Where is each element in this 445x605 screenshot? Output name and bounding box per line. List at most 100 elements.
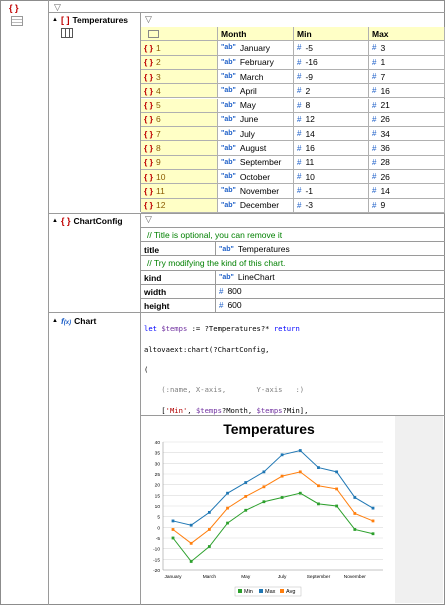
height-value[interactable]: #600	[219, 300, 242, 310]
x-tick-label: November	[344, 574, 367, 580]
table-cell-min[interactable]: #2	[294, 84, 369, 99]
string-icon: "ab"	[221, 58, 236, 66]
chart-output: Temperatures 40 35 30 25 20 15 10 5 0 -5 -10 -15 -20 J…	[143, 417, 395, 602]
collapse-icon[interactable]: ▲	[52, 17, 58, 23]
table-cell-month[interactable]: "ab" December	[218, 198, 294, 213]
chartconfig-expand-icon[interactable]: ▽	[145, 214, 152, 225]
table-cell-min[interactable]: # -5	[294, 41, 369, 56]
row-index[interactable]: { } 9	[141, 155, 218, 170]
row-index[interactable]: { } 10	[141, 170, 218, 185]
row-index[interactable]: { } 11	[141, 184, 218, 199]
object-icon: { }	[144, 100, 153, 111]
chart-node[interactable]: ▲ f(x) Chart	[52, 316, 96, 326]
collapse-icon[interactable]: ▲	[52, 318, 58, 324]
temperatures-label: Temperatures	[72, 15, 129, 25]
row-index[interactable]: { } 7	[141, 127, 218, 142]
object-icon: { }	[144, 128, 153, 139]
table-icon[interactable]	[61, 28, 73, 38]
table-header-corner	[141, 27, 218, 42]
number-icon: #	[297, 72, 302, 82]
row-index[interactable]: { } 4	[141, 84, 218, 99]
data-point-avg	[298, 470, 302, 474]
table-cell-max[interactable]: #1	[369, 55, 445, 70]
legend-swatch-avg	[280, 589, 284, 593]
data-point-max	[171, 519, 175, 523]
table-cell-month[interactable]: "ab" July	[218, 127, 294, 142]
table-cell-month[interactable]: "ab" October	[218, 170, 294, 185]
legend-label-min: Min	[244, 589, 253, 595]
table-cell-min[interactable]: #12	[294, 112, 369, 128]
title-value[interactable]: "ab" Temperatures	[219, 244, 290, 254]
row-number: 7	[155, 128, 161, 139]
table-cell-max[interactable]: #36	[369, 141, 445, 156]
data-point-max	[280, 453, 284, 457]
row-index[interactable]: { } 5	[141, 98, 218, 113]
table-cell-min[interactable]: # -16	[294, 55, 369, 70]
table-cell-min[interactable]: #14	[294, 127, 369, 142]
table-cell-min[interactable]: #11	[294, 155, 369, 170]
root-object-icon[interactable]: { }	[9, 3, 19, 13]
number-icon: #	[372, 129, 377, 139]
table-cell-month[interactable]: "ab" June	[218, 112, 294, 128]
collapse-icon[interactable]: ▲	[52, 218, 58, 224]
table-cell-month[interactable]: "ab" March	[218, 69, 294, 85]
column-header-max[interactable]: Max	[369, 27, 445, 42]
y-tick-label: -10	[153, 547, 160, 553]
table-cell-month[interactable]: "ab" September	[218, 155, 294, 170]
y-tick-label: 10	[155, 504, 161, 510]
table-cell-min[interactable]: # -1	[294, 184, 369, 199]
code-line: altovaext:chart(?ChartConfig,	[144, 344, 270, 354]
row-number: 8	[155, 143, 161, 154]
table-cell-max[interactable]: #21	[369, 98, 445, 113]
table-cell-max[interactable]: #3	[369, 41, 445, 56]
row-index[interactable]: { } 6	[141, 112, 218, 128]
width-value[interactable]: #800	[219, 286, 242, 296]
temperatures-node[interactable]: ▲ [ ] Temperatures	[52, 15, 128, 25]
number-icon: #	[372, 114, 377, 124]
table-cell-month[interactable]: "ab" February	[218, 55, 294, 70]
height-key: height	[144, 301, 170, 311]
table-cell-max[interactable]: #16	[369, 84, 445, 99]
row-index[interactable]: { } 2	[141, 55, 218, 70]
row-number: 6	[155, 114, 161, 125]
table-cell-min[interactable]: #16	[294, 141, 369, 156]
table-cell-max[interactable]: #34	[369, 127, 445, 142]
table-cell-min[interactable]: #8	[294, 98, 369, 113]
table-cell-month[interactable]: "ab" August	[218, 141, 294, 156]
grid-icon[interactable]	[11, 16, 23, 26]
table-cell-min[interactable]: # -3	[294, 198, 369, 213]
table-cell-max[interactable]: #28	[369, 155, 445, 170]
object-icon: { }	[144, 157, 153, 168]
column-header-month[interactable]: Month	[218, 27, 294, 42]
table-cell-month[interactable]: "ab" May	[218, 98, 294, 113]
data-point-max	[317, 466, 320, 469]
x-tick-label: May	[241, 574, 251, 580]
row-index[interactable]: { } 12	[141, 198, 218, 213]
row-index[interactable]: { } 1	[141, 41, 218, 56]
table-cell-month[interactable]: "ab" January	[218, 41, 294, 56]
series-line-avg	[172, 471, 374, 544]
table-cell-max[interactable]: #26	[369, 170, 445, 185]
data-point-avg	[207, 528, 211, 531]
table-cell-max[interactable]: #14	[369, 184, 445, 199]
number-icon: #	[297, 129, 302, 139]
table-cell-max[interactable]: #26	[369, 112, 445, 128]
row-index[interactable]: { } 8	[141, 141, 218, 156]
y-tick-label: 20	[155, 483, 161, 489]
column-header-min[interactable]: Min	[294, 27, 369, 42]
legend-label-max: Max	[265, 589, 276, 595]
data-point-avg	[335, 487, 339, 491]
table-cell-max[interactable]: #7	[369, 69, 445, 85]
table-cell-min[interactable]: # -9	[294, 69, 369, 85]
temperatures-expand-icon[interactable]: ▽	[145, 14, 152, 25]
table-cell-month[interactable]: "ab" April	[218, 84, 294, 99]
number-icon: #	[219, 286, 224, 296]
table-cell-month[interactable]: "ab" November	[218, 184, 294, 199]
row-index[interactable]: { } 3	[141, 69, 218, 85]
kind-key: kind	[144, 273, 162, 283]
table-cell-max[interactable]: #9	[369, 198, 445, 213]
kind-value[interactable]: "ab" LineChart	[219, 272, 275, 282]
chartconfig-node[interactable]: ▲ { } ChartConfig	[52, 216, 123, 226]
table-cell-min[interactable]: #10	[294, 170, 369, 185]
title-key: title	[144, 245, 160, 255]
